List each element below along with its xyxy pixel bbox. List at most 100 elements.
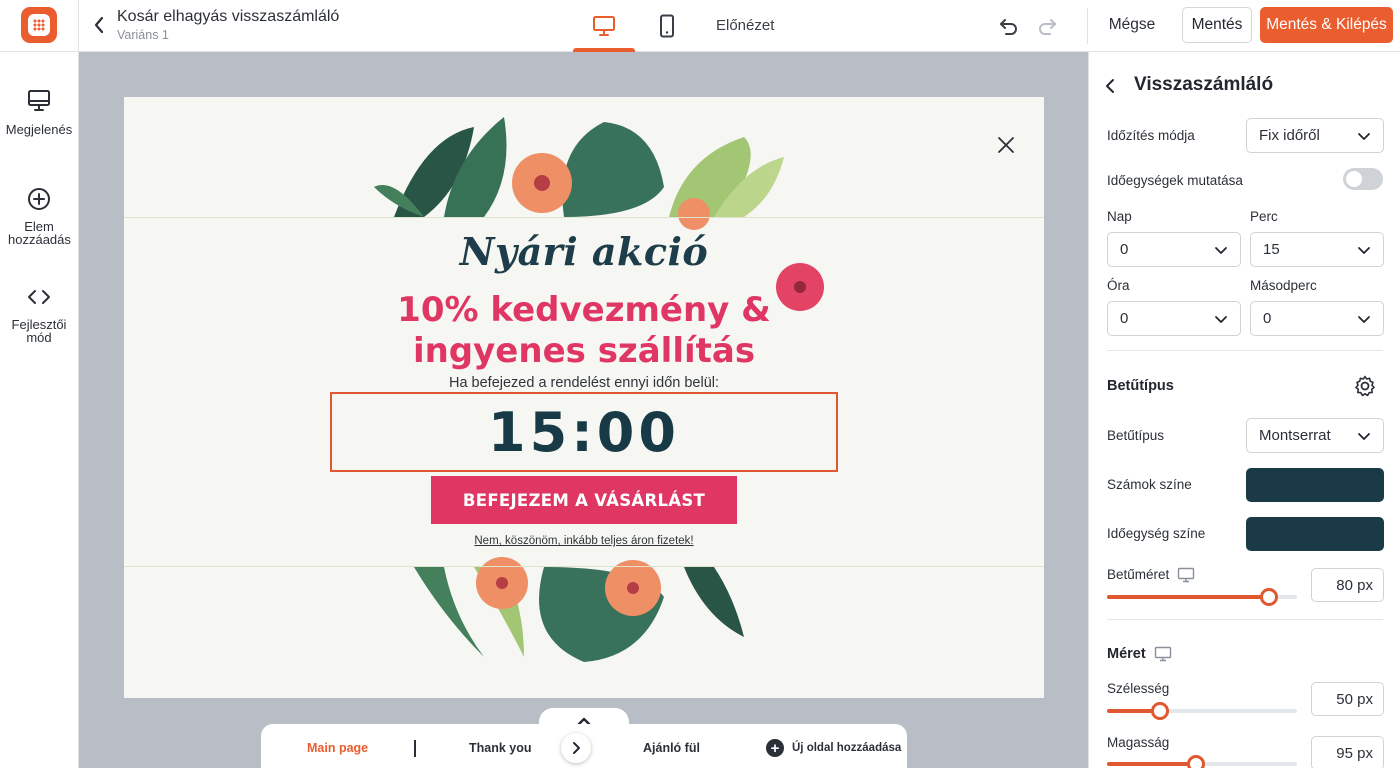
panel-back-button[interactable] <box>1101 75 1119 97</box>
back-button[interactable] <box>88 12 110 38</box>
timing-mode-label: Időzítés módja <box>1107 128 1195 143</box>
font-family-select[interactable]: Montserrat <box>1246 418 1384 453</box>
day-value: 0 <box>1120 241 1129 258</box>
add-page-button[interactable]: + Új oldal hozzáadása <box>766 724 901 768</box>
font-size-slider[interactable] <box>1107 588 1297 606</box>
height-label: Magasság <box>1107 735 1170 750</box>
slider-handle[interactable] <box>1151 702 1170 720</box>
chevron-down-icon <box>1215 316 1227 323</box>
width-label: Szélesség <box>1107 681 1170 696</box>
page-tab-main[interactable]: Main page <box>307 724 368 768</box>
font-size-input[interactable]: 80 px <box>1311 568 1384 602</box>
size-section-text: Méret <box>1107 646 1146 662</box>
desktop-icon <box>1154 646 1171 662</box>
page-tab-thank-you[interactable]: Thank you <box>469 724 532 768</box>
font-size-label: Betűméret <box>1107 567 1195 583</box>
slider-fill <box>1107 762 1197 766</box>
second-select[interactable]: 0 <box>1250 301 1384 336</box>
mobile-icon <box>660 14 674 38</box>
popup-close-button[interactable] <box>996 135 1016 155</box>
font-family-label: Betűtípus <box>1107 428 1165 443</box>
font-family-value: Montserrat <box>1259 427 1331 444</box>
day-select[interactable]: 0 <box>1107 232 1241 267</box>
show-units-label: Időegységek mutatása <box>1107 173 1243 188</box>
font-size-label-text: Betűméret <box>1107 567 1170 582</box>
chevron-down-icon <box>1215 247 1227 254</box>
popup-preview[interactable]: Nyári akció 10% kedvezmény & ingyenes sz… <box>124 97 1044 698</box>
variant-label: Variáns 1 <box>117 28 169 42</box>
numbers-color-swatch[interactable] <box>1246 468 1384 502</box>
height-slider[interactable] <box>1107 755 1297 768</box>
redo-button[interactable] <box>1034 13 1060 39</box>
width-input[interactable]: 50 px <box>1311 682 1384 716</box>
minute-value: 15 <box>1263 241 1280 258</box>
headline-line-2: ingyenes szállítás <box>412 331 756 371</box>
campaign-title: Kosár elhagyás visszaszámláló <box>117 8 340 25</box>
save-button[interactable]: Mentés <box>1182 7 1252 43</box>
slider-fill <box>1107 595 1269 599</box>
panel-title: Visszaszámláló <box>1134 74 1274 95</box>
minute-label: Perc <box>1250 209 1278 224</box>
code-icon <box>28 290 50 304</box>
pages-next-button[interactable] <box>561 733 591 763</box>
close-icon <box>998 137 1014 153</box>
pages-bar: Main page Thank you Ajánló fül + Új olda… <box>261 724 907 768</box>
numbers-color-label: Számok színe <box>1107 477 1192 492</box>
preview-button[interactable]: Előnézet <box>716 17 774 34</box>
day-label: Nap <box>1107 209 1132 224</box>
undo-button[interactable] <box>996 13 1022 39</box>
gear-icon[interactable] <box>1353 374 1377 398</box>
divider <box>1087 8 1088 44</box>
chevron-left-icon <box>1106 79 1114 93</box>
slider-handle[interactable] <box>1259 588 1278 606</box>
chevron-down-icon <box>1358 133 1370 140</box>
sidebar-item-appearance[interactable]: Megjelenés <box>0 88 78 137</box>
unit-color-swatch[interactable] <box>1246 517 1384 551</box>
mobile-view-button[interactable] <box>636 0 698 52</box>
sidebar-item-label: Elem hozzáadás <box>8 219 71 247</box>
save-and-exit-button[interactable]: Mentés & Kilépés <box>1260 7 1393 43</box>
countdown-element-selected[interactable]: 15:00 <box>330 392 838 472</box>
height-input[interactable]: 95 px <box>1311 736 1384 768</box>
desktop-view-button[interactable] <box>573 0 635 52</box>
cancel-button[interactable]: Mégse <box>1098 8 1166 42</box>
slider-handle[interactable] <box>1187 755 1206 768</box>
show-units-toggle[interactable] <box>1343 168 1383 190</box>
font-section-title: Betűtípus <box>1107 378 1174 394</box>
sidebar-item-add-element[interactable]: Elem hozzáadás <box>0 186 78 246</box>
divider <box>1107 350 1383 351</box>
sidebar-item-developer-mode[interactable]: Fejlesztői mód <box>0 284 78 344</box>
sidebar-item-label: Fejlesztői mód <box>11 317 67 345</box>
minute-select[interactable]: 15 <box>1250 232 1384 267</box>
popup-script-title: Nyári akció <box>459 229 709 274</box>
chevron-down-icon <box>1358 316 1370 323</box>
sidebar-item-label: Megjelenés <box>5 122 73 137</box>
divider <box>1107 619 1383 620</box>
divider <box>124 217 1044 218</box>
hour-select[interactable]: 0 <box>1107 301 1241 336</box>
headline-line-1: 10% kedvezmény & <box>397 290 771 330</box>
plus-icon: + <box>766 739 784 757</box>
divider <box>78 0 79 52</box>
logo-dots <box>33 19 45 31</box>
chevron-right-icon <box>573 742 580 754</box>
add-page-label: Új oldal hozzáadása <box>792 742 902 754</box>
timing-mode-select[interactable]: Fix időről <box>1246 118 1384 153</box>
width-slider[interactable] <box>1107 702 1297 720</box>
complete-purchase-button[interactable]: BEFEJEZEM A VÁSÁRLÁST <box>431 476 737 524</box>
popup-headline: 10% kedvezmény & ingyenes szállítás <box>124 290 1044 372</box>
left-sidebar: Megjelenés Elem hozzáadás Fejlesztői mód <box>0 52 79 768</box>
desktop-icon <box>593 16 615 36</box>
app-logo[interactable] <box>21 7 57 43</box>
hour-label: Óra <box>1107 278 1130 293</box>
no-thanks-link[interactable]: Nem, köszönöm, inkább teljes áron fizete… <box>124 535 1044 547</box>
timing-mode-value: Fix időről <box>1259 127 1320 144</box>
page-tab-recommendation[interactable]: Ajánló fül <box>643 724 700 768</box>
chevron-left-icon <box>94 16 104 34</box>
unit-color-label: Időegység színe <box>1107 526 1206 541</box>
desktop-icon <box>1177 568 1195 583</box>
size-section-title: Méret <box>1107 646 1172 662</box>
top-bar: Kosár elhagyás visszaszámláló Variáns 1 … <box>0 0 1400 52</box>
editor-canvas: Nyári akció 10% kedvezmény & ingyenes sz… <box>79 52 1088 768</box>
plus-circle-icon <box>28 188 50 210</box>
